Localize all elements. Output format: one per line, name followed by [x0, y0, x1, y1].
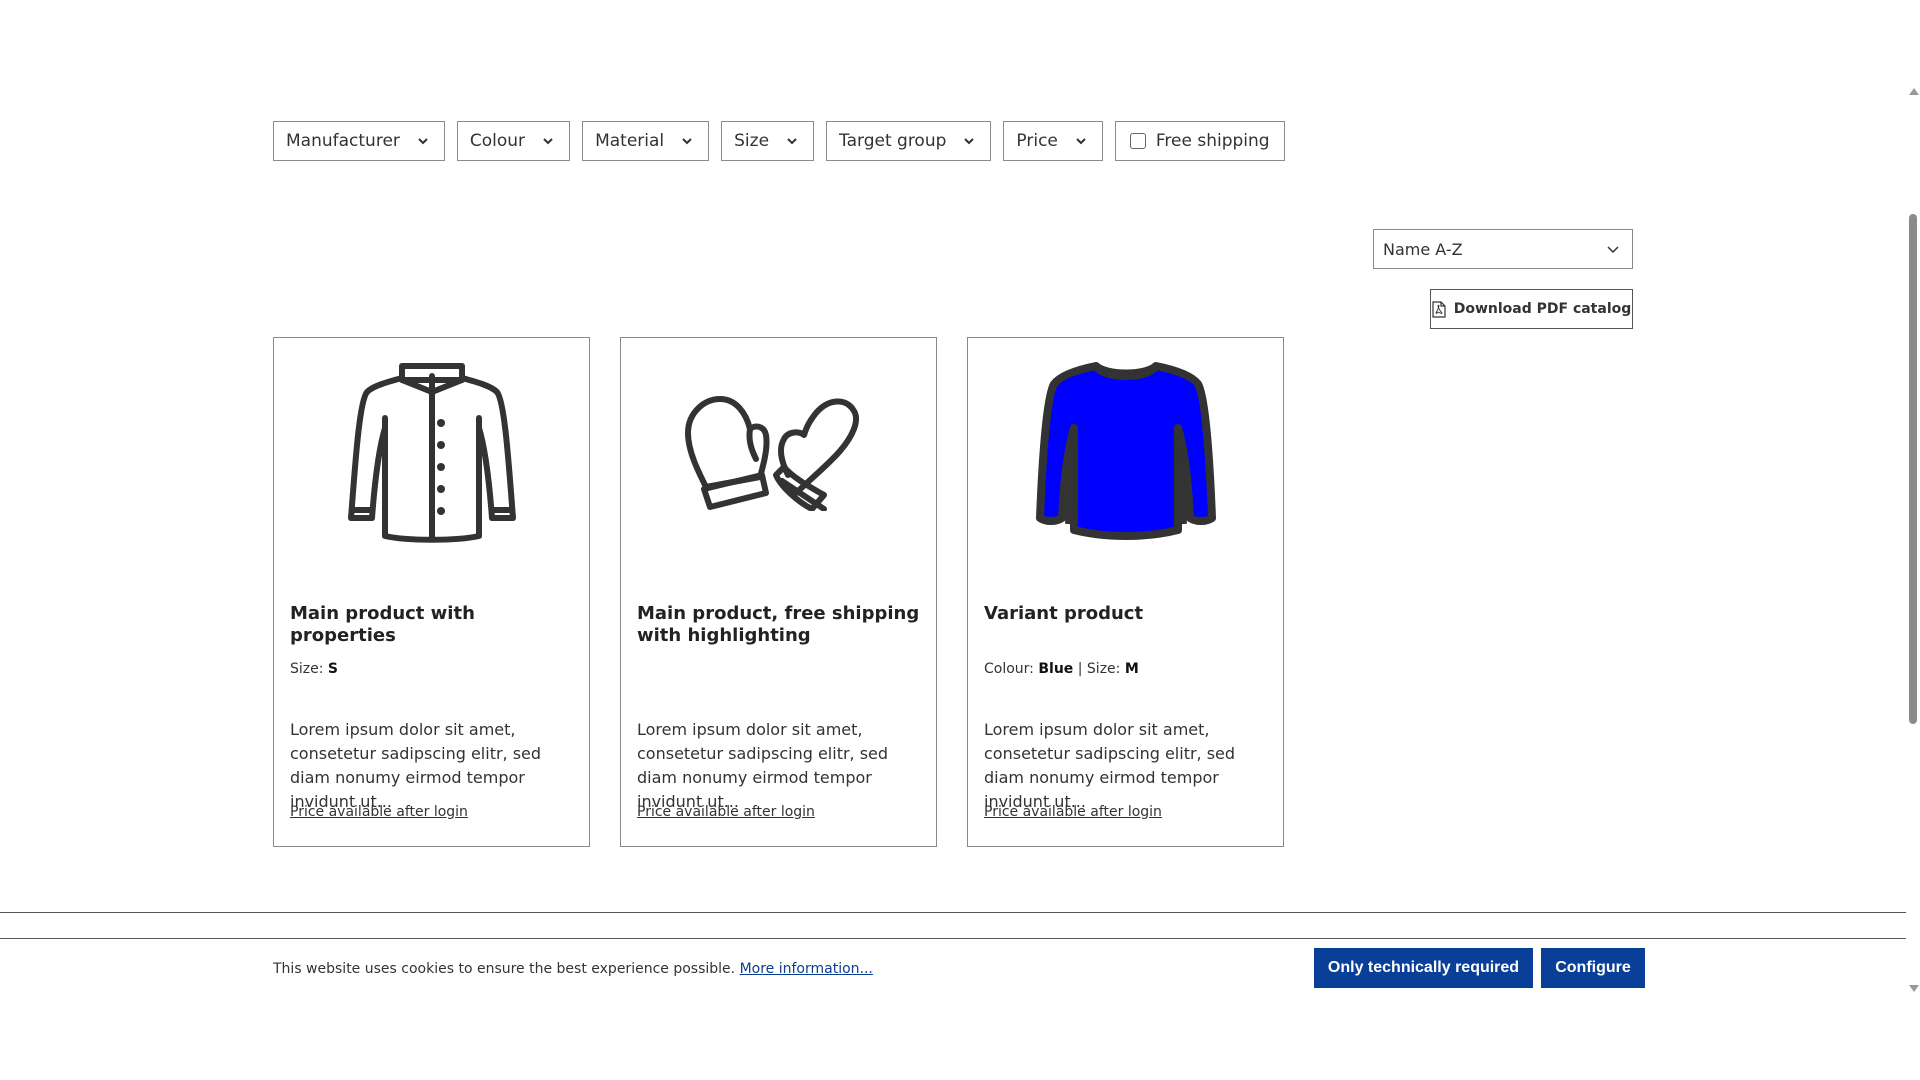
mittens-icon	[684, 395, 859, 511]
property-label: Size:	[1086, 661, 1121, 677]
filter-size-button[interactable]: Size	[721, 121, 815, 161]
filter-material-button[interactable]: Material	[582, 121, 710, 161]
property-separator: |	[1077, 661, 1083, 677]
cookie-more-info-link[interactable]: More information...	[740, 961, 873, 977]
product-properties: Colour: Blue | Size: M	[984, 661, 1139, 677]
product-card[interactable]: Variant product Colour: Blue | Size: M L…	[967, 337, 1284, 847]
filter-price-button[interactable]: Price	[1003, 121, 1103, 161]
filter-target-group-label: Target group	[839, 131, 947, 151]
filter-colour-label: Colour	[469, 131, 526, 151]
chevron-down-icon	[964, 138, 975, 145]
product-image[interactable]	[968, 338, 1283, 553]
cookie-text: This website uses cookies to ensure the …	[273, 961, 736, 977]
configure-button[interactable]: Configure	[1541, 948, 1645, 988]
property-label: Size:	[290, 661, 324, 677]
pdf-file-icon	[1432, 300, 1446, 318]
chevron-down-icon	[682, 138, 692, 145]
chevron-down-icon	[1076, 138, 1086, 145]
filter-target-group-button[interactable]: Target group	[826, 121, 992, 161]
product-title[interactable]: Variant product	[984, 603, 1274, 625]
free-shipping-checkbox[interactable]	[1129, 133, 1146, 149]
chevron-down-icon	[787, 138, 797, 145]
property-label: Colour:	[984, 661, 1034, 677]
footer-divider	[0, 912, 1906, 913]
cookie-message: This website uses cookies to ensure the …	[273, 961, 873, 977]
chevron-down-icon	[418, 138, 428, 145]
product-description: Lorem ipsum dolor sit amet, consetetur s…	[984, 720, 1236, 811]
product-image[interactable]	[621, 338, 936, 553]
filter-manufacturer-button[interactable]: Manufacturer	[273, 121, 445, 161]
jacket-icon	[347, 363, 516, 543]
property-value: Blue	[1038, 661, 1074, 677]
product-properties: Size: S	[290, 661, 338, 677]
filter-size-label: Size	[734, 131, 770, 151]
download-pdf-catalog-label: Download PDF catalog	[1453, 301, 1632, 317]
product-card[interactable]: Main product, free shipping with highlig…	[620, 337, 937, 847]
filter-free-shipping[interactable]: Free shipping	[1114, 121, 1285, 161]
product-title[interactable]: Main product with properties	[290, 603, 580, 647]
product-list: Main product with properties Size: S Lor…	[273, 337, 1284, 847]
scroll-down-arrow-icon[interactable]	[1909, 985, 1919, 992]
chevron-down-icon	[543, 138, 553, 145]
product-title[interactable]: Main product, free shipping with highlig…	[637, 603, 927, 647]
filter-price-label: Price	[1016, 131, 1058, 151]
sort-select[interactable]: Name A-Z	[1373, 229, 1633, 269]
product-card[interactable]: Main product with properties Size: S Lor…	[273, 337, 590, 847]
free-shipping-label: Free shipping	[1155, 131, 1270, 151]
property-value: S	[327, 661, 339, 677]
sweater-icon	[1035, 362, 1216, 540]
download-pdf-catalog-button[interactable]: Download PDF catalog	[1430, 289, 1633, 329]
filter-material-label: Material	[595, 131, 665, 151]
filter-colour-button[interactable]: Colour	[456, 121, 571, 161]
price-login-link[interactable]: Price available after login	[984, 804, 1162, 820]
product-description: Lorem ipsum dolor sit amet, consetetur s…	[290, 720, 542, 811]
price-login-link[interactable]: Price available after login	[290, 804, 468, 820]
product-image[interactable]	[274, 338, 589, 553]
sort-selected-value: Name A-Z	[1383, 239, 1463, 259]
filter-bar: Manufacturer Colour Material Size Target…	[273, 121, 1285, 161]
scroll-up-arrow-icon[interactable]	[1909, 88, 1919, 95]
property-value: M	[1124, 661, 1139, 677]
cookie-bar: This website uses cookies to ensure the …	[0, 938, 1906, 1080]
chevron-down-icon	[1607, 246, 1619, 254]
scrollbar-thumb[interactable]	[1909, 214, 1917, 724]
price-login-link[interactable]: Price available after login	[637, 804, 815, 820]
scrollbar[interactable]	[1906, 84, 1920, 996]
filter-manufacturer-label: Manufacturer	[286, 131, 400, 151]
only-technically-required-button[interactable]: Only technically required	[1314, 948, 1533, 988]
product-description: Lorem ipsum dolor sit amet, consetetur s…	[637, 720, 889, 811]
